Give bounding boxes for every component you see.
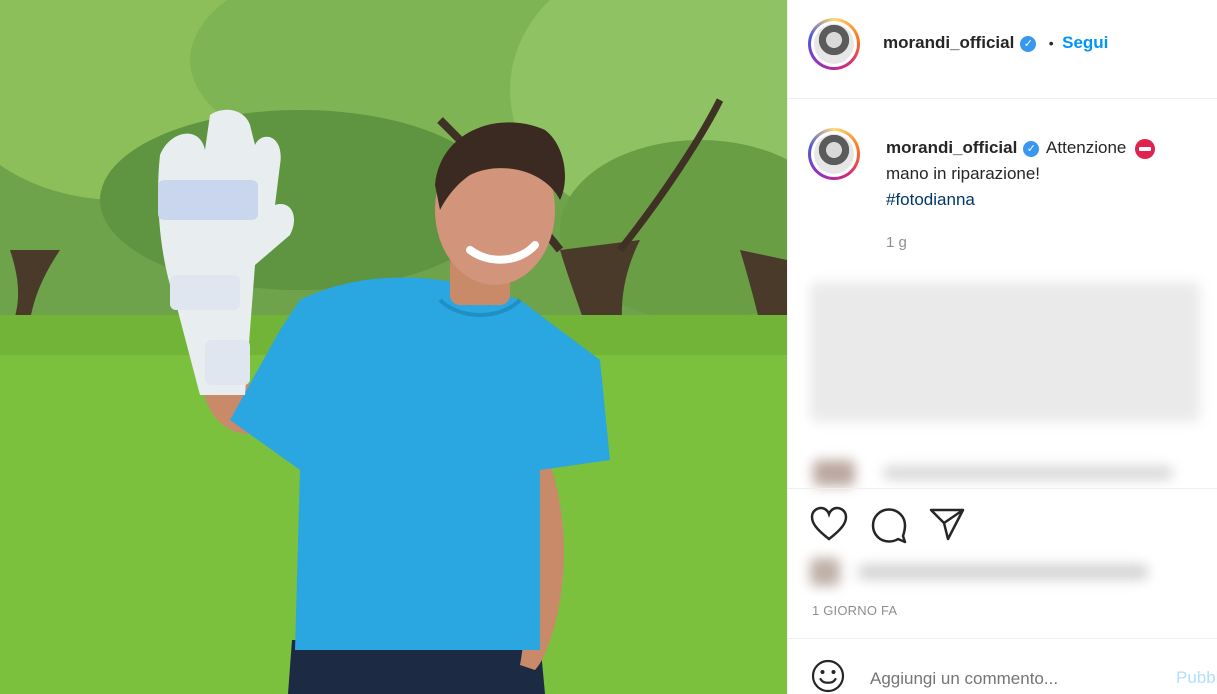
post-photo[interactable] bbox=[0, 0, 787, 694]
caption-avatar[interactable] bbox=[808, 128, 860, 180]
blurred-avatar bbox=[813, 460, 855, 486]
post-header: morandi_official ✓ • Segui bbox=[883, 33, 1108, 53]
stop-sign-icon bbox=[1135, 138, 1156, 159]
blurred-like-avatar bbox=[810, 558, 840, 586]
blurred-comment-line bbox=[883, 466, 1173, 480]
header-username[interactable]: morandi_official bbox=[883, 33, 1014, 52]
share-plane-icon[interactable] bbox=[928, 506, 966, 542]
caption-text-1: Attenzione bbox=[1046, 138, 1127, 157]
actions-divider bbox=[788, 488, 1217, 489]
verified-badge-icon: ✓ bbox=[1023, 140, 1040, 157]
like-heart-icon[interactable] bbox=[810, 506, 848, 542]
header-separator: • bbox=[1048, 35, 1054, 51]
header-divider bbox=[788, 98, 1217, 99]
post-side-panel: morandi_official ✓ • Segui morandi_offici… bbox=[787, 0, 1217, 694]
caption-username[interactable]: morandi_official bbox=[886, 138, 1017, 157]
caption-age: 1 g bbox=[886, 234, 907, 251]
caption: morandi_official ✓ Attenzione mano in rip… bbox=[886, 135, 1206, 213]
blurred-likes-text bbox=[858, 564, 1148, 580]
post-timestamp: 1 GIORNO FA bbox=[812, 603, 898, 618]
emoji-smiley-icon[interactable] bbox=[810, 658, 846, 694]
photo-illustration bbox=[0, 0, 787, 694]
comment-bubble-icon[interactable] bbox=[870, 506, 908, 544]
blurred-comments bbox=[810, 282, 1200, 422]
comment-input[interactable] bbox=[868, 664, 1112, 694]
caption-text-2: mano in riparazione! bbox=[886, 164, 1041, 183]
follow-button[interactable]: Segui bbox=[1062, 33, 1108, 52]
comment-divider bbox=[788, 638, 1217, 639]
verified-badge-icon: ✓ bbox=[1020, 35, 1037, 52]
caption-hashtag[interactable]: #fotodianna bbox=[886, 190, 975, 209]
publish-button[interactable]: Pubblica bbox=[1176, 668, 1217, 688]
header-avatar[interactable] bbox=[808, 18, 860, 70]
